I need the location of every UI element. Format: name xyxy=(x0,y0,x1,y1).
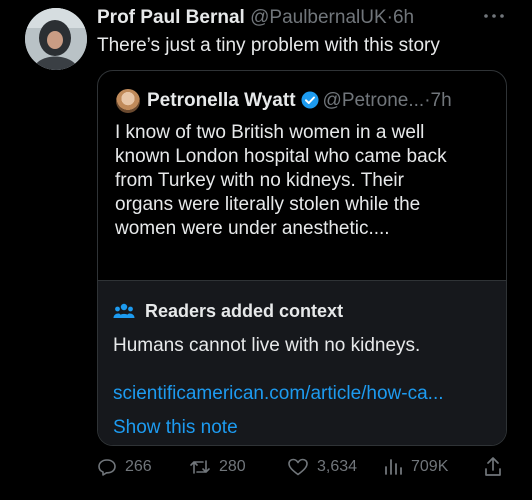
tweet-actions: 266 280 3,634 709K xyxy=(97,452,507,482)
quoted-author-avatar[interactable] xyxy=(116,89,140,113)
author-handle[interactable]: @PaulbernalUK xyxy=(250,7,387,28)
quoted-text-line: from Turkey with no kidneys. Their xyxy=(115,170,404,191)
like-button[interactable]: 3,634 xyxy=(287,452,357,482)
people-icon xyxy=(113,303,135,318)
tweet-header: Prof Paul Bernal @PaulbernalUK·6h xyxy=(97,6,414,30)
views-chart-icon xyxy=(385,459,402,475)
retweet-count: 280 xyxy=(219,458,246,475)
share-button[interactable] xyxy=(483,452,511,482)
community-note-title: Readers added context xyxy=(145,301,344,321)
like-count: 3,634 xyxy=(317,458,358,475)
show-note-link[interactable]: Show this note xyxy=(113,417,238,439)
community-note: Readers added context Humans cannot live… xyxy=(98,280,506,445)
community-note-header: Readers added context xyxy=(113,301,343,322)
share-icon xyxy=(485,457,501,476)
quoted-tweet[interactable]: Petronella Wyatt @Petrone...·7h I know of… xyxy=(97,70,507,446)
quoted-text-line: women were under anesthetic.... xyxy=(115,218,390,239)
retweet-button[interactable]: 280 xyxy=(189,452,246,482)
heart-icon xyxy=(288,458,308,476)
author-name[interactable]: Prof Paul Bernal xyxy=(97,7,245,28)
quoted-tweet-header: Petronella Wyatt @Petrone...·7h xyxy=(147,88,452,114)
quoted-author-name[interactable]: Petronella Wyatt xyxy=(147,90,296,111)
tweet-text: There’s just a tiny problem with this st… xyxy=(97,35,440,56)
reply-icon xyxy=(98,459,116,476)
verified-badge-icon xyxy=(301,91,319,109)
reply-count: 266 xyxy=(125,458,152,475)
community-note-body: Humans cannot live with no kidneys. xyxy=(113,335,421,356)
quoted-text-line: I know of two British women in a well xyxy=(115,122,425,143)
quoted-tweet-time[interactable]: 7h xyxy=(431,90,452,111)
views-count: 709K xyxy=(411,458,449,475)
quoted-text-line: organs were literally stolen while the xyxy=(115,194,421,215)
quoted-text-line: known London hospital who came back xyxy=(115,146,447,167)
quoted-tweet-text: I know of two British women in a well kn… xyxy=(115,121,495,241)
reply-button[interactable]: 266 xyxy=(97,452,152,482)
community-note-link[interactable]: scientificamerican.com/article/how-ca... xyxy=(113,383,444,405)
tweet-time[interactable]: 6h xyxy=(393,7,414,28)
quoted-author-handle[interactable]: @Petrone... xyxy=(323,90,425,111)
retweet-icon xyxy=(190,460,210,474)
more-dots-icon[interactable] xyxy=(480,6,508,26)
views-button[interactable]: 709K xyxy=(383,452,448,482)
author-avatar[interactable] xyxy=(25,8,87,70)
